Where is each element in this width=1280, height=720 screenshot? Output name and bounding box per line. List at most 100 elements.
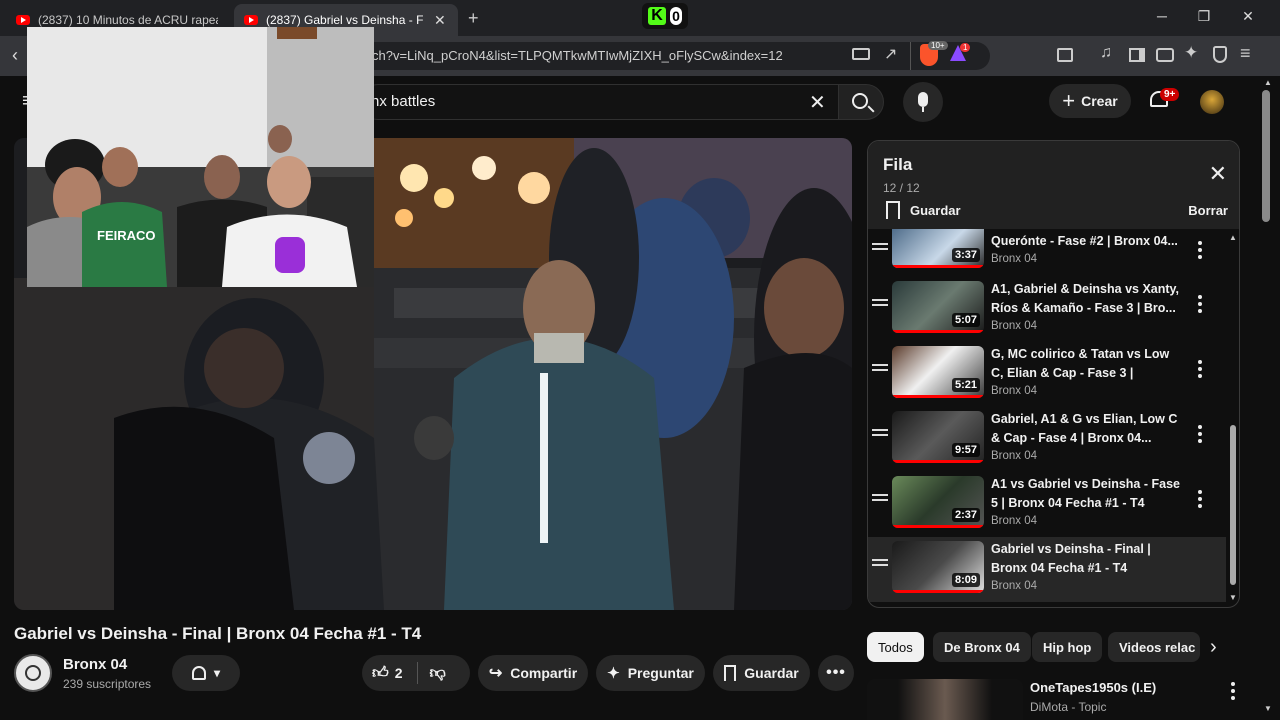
share-icon: ↪: [488, 665, 503, 682]
video-duration: 5:07: [951, 313, 980, 327]
item-menu-icon[interactable]: [1195, 360, 1205, 380]
sparkle-icon: ✦: [607, 665, 620, 682]
playlist-item-title: A1, Gabriel & Deinsha vs Xanty, Ríos & K…: [991, 282, 1180, 315]
playlist-clear-button[interactable]: Borrar: [1188, 203, 1228, 218]
channel-avatar[interactable]: [14, 654, 52, 692]
playlist-save-button[interactable]: Guardar: [886, 201, 961, 219]
video-duration: 9:57: [951, 443, 980, 457]
video-thumbnail: 9:57: [892, 411, 984, 463]
new-tab-icon[interactable]: +: [468, 8, 479, 29]
chevron-down-icon: ▾: [213, 666, 221, 680]
search-value: nx battles: [371, 93, 436, 110]
scroll-up-arrow-icon[interactable]: ▲: [1229, 233, 1237, 242]
account-avatar[interactable]: [1200, 90, 1224, 114]
video-thumbnail: 2:37: [892, 476, 984, 528]
recommended-menu-icon[interactable]: [1228, 682, 1238, 702]
menu-icon[interactable]: ≡: [1240, 43, 1251, 64]
clear-search-icon[interactable]: ✕: [809, 90, 826, 115]
create-button[interactable]: + Crear: [1049, 84, 1131, 118]
item-menu-icon[interactable]: [1195, 425, 1205, 445]
playlist-item[interactable]: 3:37 Low C & Cap vs Elian & Querónte - F…: [868, 229, 1226, 271]
chip-all[interactable]: Todos: [867, 632, 924, 662]
toolbar-divider: [910, 42, 911, 70]
playlist-item[interactable]: 2:37 A1 vs Gabriel vs Deinsha - Fase 5 |…: [868, 472, 1226, 537]
bookmark-icon: [724, 665, 737, 681]
item-menu-icon[interactable]: [1195, 241, 1205, 261]
drag-handle-icon[interactable]: [872, 243, 888, 255]
search-button[interactable]: [838, 84, 884, 120]
drag-handle-icon[interactable]: [872, 429, 888, 441]
scroll-down-arrow-icon[interactable]: ▼: [1229, 593, 1237, 602]
media-icon[interactable]: ♫: [1100, 44, 1112, 62]
playlist-item-channel: Bronx 04: [991, 450, 1038, 462]
chip-from-channel[interactable]: De Bronx 04: [933, 632, 1031, 662]
page-scrollbar-thumb[interactable]: [1262, 90, 1270, 222]
vpn-shield-icon[interactable]: [1213, 46, 1227, 63]
ask-button[interactable]: ✦ Preguntar: [596, 655, 705, 691]
back-icon[interactable]: ‹: [12, 45, 18, 66]
voice-search-button[interactable]: [903, 82, 943, 122]
share-button[interactable]: ↪ Compartir: [478, 655, 588, 691]
sidebar-icon[interactable]: [1129, 48, 1145, 62]
ask-label: Preguntar: [627, 665, 694, 681]
jersey-text: FEIRACO: [97, 228, 156, 243]
playlist-save-label: Guardar: [910, 202, 961, 218]
minimize-icon[interactable]: ─: [1152, 8, 1172, 24]
item-menu-icon[interactable]: [1195, 490, 1205, 510]
facecam-frame: FEIRACO: [27, 27, 374, 287]
video-thumbnail: 5:21: [892, 346, 984, 398]
video-duration: 3:37: [951, 248, 980, 262]
save-button[interactable]: Guardar: [713, 655, 810, 691]
window-close-icon[interactable]: ✕: [1238, 8, 1258, 25]
wallet-icon[interactable]: [1156, 48, 1174, 62]
search-icon: [852, 93, 868, 109]
thumbs-up-icon: 👍︎: [372, 664, 389, 682]
dislike-button-icon[interactable]: 👎︎: [430, 664, 446, 683]
more-actions-button[interactable]: •••: [818, 655, 854, 691]
subscriber-count: 239 suscriptores: [63, 677, 152, 691]
video-thumbnail: 3:37: [892, 229, 984, 268]
kick-o-icon: 0: [670, 7, 682, 25]
close-playlist-icon[interactable]: ✕: [1209, 161, 1227, 187]
notifications-badge: 9+: [1160, 88, 1180, 101]
chip-related[interactable]: Videos relac: [1108, 632, 1200, 662]
bell-icon: [191, 666, 206, 680]
drag-handle-icon[interactable]: [872, 364, 888, 376]
more-horizontal-icon: •••: [826, 664, 846, 681]
scroll-down-arrow-icon[interactable]: ▼: [1264, 704, 1272, 713]
drag-handle-icon[interactable]: [872, 494, 888, 506]
drag-handle-icon[interactable]: [872, 559, 888, 571]
playlist-item[interactable]: 5:21 G, MC colirico & Tatan vs Low C, El…: [868, 342, 1226, 407]
playlist-scrollbar[interactable]: ▲ ▼: [1229, 233, 1237, 603]
playlist-item-current[interactable]: 8:09 Gabriel vs Deinsha - Final | Bronx …: [868, 537, 1226, 602]
like-count: 2: [394, 665, 403, 681]
scrollbar-thumb[interactable]: [1230, 425, 1236, 585]
drag-handle-icon[interactable]: [872, 299, 888, 311]
playlist-item[interactable]: 9:57 Gabriel, A1 & G vs Elian, Low C & C…: [868, 407, 1226, 472]
playlist-item-channel: Bronx 04: [991, 253, 1038, 265]
like-dislike-group: 👍︎ 2 👎︎: [362, 655, 470, 691]
chevron-right-icon[interactable]: ›: [1210, 636, 1217, 659]
restore-icon[interactable]: ❐: [1194, 8, 1214, 25]
share-label: Compartir: [510, 665, 578, 681]
search-input[interactable]: nx battles ✕: [360, 84, 838, 120]
playlist-item-title: Gabriel vs Deinsha - Final | Bronx 04 Fe…: [991, 542, 1151, 575]
playlist-item[interactable]: 5:07 A1, Gabriel & Deinsha vs Xanty, Río…: [868, 277, 1226, 342]
recommended-thumbnail[interactable]: [867, 679, 1023, 720]
scroll-up-arrow-icon[interactable]: ▲: [1264, 78, 1272, 87]
channel-name[interactable]: Bronx 04: [63, 656, 127, 673]
chip-hip-hop[interactable]: Hip hop: [1032, 632, 1103, 662]
page-scrollbar[interactable]: ▲ ▼: [1256, 76, 1280, 720]
reader-mode-icon[interactable]: [1057, 48, 1073, 62]
recommended-title[interactable]: OneTapes1950s (I.E): [1030, 680, 1156, 695]
playlist-item-channel: Bronx 04: [991, 385, 1038, 397]
item-menu-icon[interactable]: [1195, 295, 1205, 315]
like-button[interactable]: 👍︎ 2: [372, 664, 403, 683]
subscribed-bell-button[interactable]: ▾: [172, 655, 240, 691]
leo-ai-icon[interactable]: ✦: [1184, 43, 1198, 63]
youtube-favicon-icon: [16, 15, 30, 25]
share-page-icon[interactable]: ↗: [884, 44, 897, 64]
microphone-icon: [918, 92, 928, 107]
close-tab-icon[interactable]: ✕: [434, 12, 446, 29]
cast-icon[interactable]: [852, 48, 870, 60]
